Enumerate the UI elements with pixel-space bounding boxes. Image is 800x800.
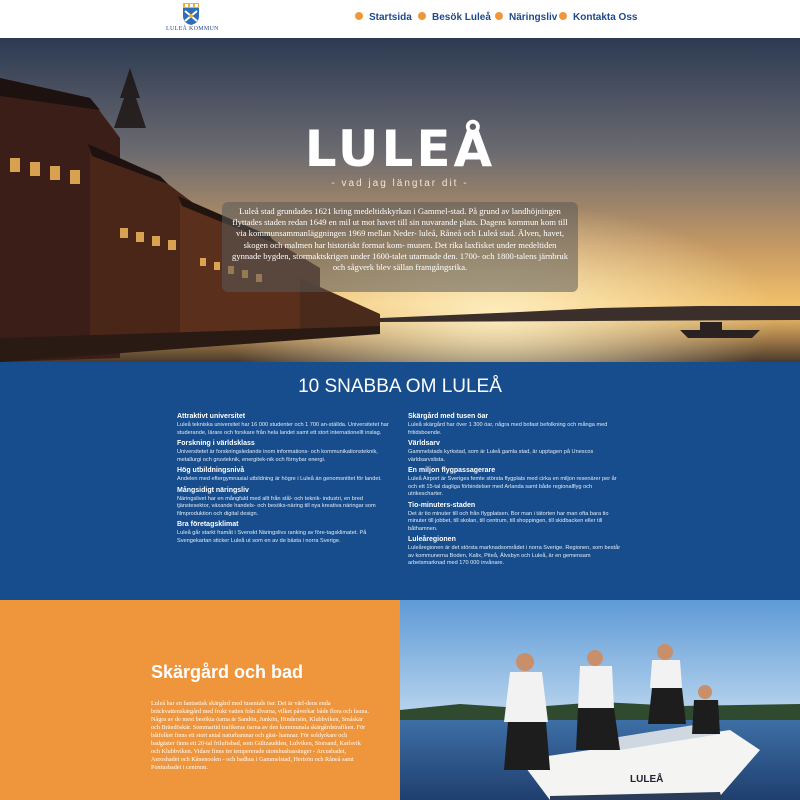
hero-title: LULEÅ [304,120,496,178]
fact-heading: Attraktivt universitet [177,413,246,420]
coat-of-arms-icon [183,3,199,25]
fact-item: Bra företagsklimat Luleå går starkt framå… [177,520,392,545]
fact-item: En miljon flygpassagerare Luleå Airport ä… [408,466,623,499]
quick-facts-section: 10 SNABBA OM LULEÅ Attraktivt universite… [0,362,800,600]
fact-text: Näringslivet har en mångfald med allt fr… [177,495,376,517]
fact-item: Världsarv Gammelstads kyrkstad, som är Lu… [408,439,623,464]
facts-column-left: Attraktivt universitet Luleå tekniska uni… [177,412,392,547]
fact-heading: Mångsidigt näringsliv [177,486,249,494]
fact-text: Universitetet är forskningsledande inom … [177,449,378,463]
hero-subtitle: - vad jag längtar dit - [331,178,469,189]
fact-text: Luleå går starkt framåt i Svenskt Näring… [177,530,367,544]
fact-item: Skärgård med tusen öar Luleå skärgård har… [408,412,623,437]
fact-heading: Bra företagsklimat [177,521,239,528]
logo[interactable]: LULEÅ KOMMUN [166,3,219,36]
section-title: 10 SNABBA OM LULEÅ [298,376,502,397]
boat-name-label: LULEÅ [630,772,663,785]
fact-heading: Hög utbildningsnivå [177,467,245,474]
archipelago-text: Luleå har en fantastisk skärgård med tus… [151,700,369,771]
nav-label: Besök Luleå [432,12,491,23]
fact-heading: Luleåregionen [408,536,456,543]
nav-label: Näringsliv [509,12,558,23]
fact-item: Hög utbildningsnivå Andelen med eftergymn… [177,466,392,484]
hero-history-text: Luleå stad grundades 1621 kring medeltid… [222,202,578,292]
nav-label: Startsida [369,12,412,23]
facts-column-right: Skärgård med tusen öar Luleå skärgård har… [408,412,623,570]
nav-startsida[interactable]: Startsida [355,12,412,26]
fact-heading: Tio-minuters-staden [408,501,476,509]
fact-item: Luleåregionen Luleåregionen är det störst… [408,535,623,568]
nav-label: Kontakta Oss [573,12,638,23]
hero-banner: LULEÅ - vad jag längtar dit - Luleå stad… [0,38,800,362]
site-header: LULEÅ KOMMUN Startsida Besök Luleå Närin… [0,0,800,38]
fact-text: Luleå tekniska universitet har 16 000 st… [177,422,389,436]
fact-text: Gammelstads kyrkstad, som är Luleå gamla… [408,449,594,463]
bullet-icon [355,12,363,20]
fact-text: Luleåregionen är det största marknadsomr… [408,545,621,566]
fact-item: Forskning i världsklass Universitetet är … [177,439,392,464]
fact-item: Mångsidigt näringsliv Näringslivet har en… [177,486,392,519]
bullet-icon [495,12,503,20]
fact-item: Tio-minuters-staden Det är tio minuter ti… [408,501,623,534]
fact-heading: Skärgård med tusen öar [408,413,489,420]
hero-harbor-image [0,38,800,362]
nav-besok-lulea[interactable]: Besök Luleå [418,12,491,26]
fact-text: Det är tio minuter till och från flygpla… [408,510,609,532]
fact-heading: En miljon flygpassagerare [408,467,496,474]
fact-item: Attraktivt universitet Luleå tekniska uni… [177,412,392,437]
fact-heading: Världsarv [408,440,440,447]
fact-heading: Forskning i världsklass [177,440,255,447]
nav-naringsliv[interactable]: Näringsliv [495,12,557,26]
archipelago-section: Skärgård och bad Luleå har en fantastisk… [0,600,400,800]
nav-kontakta-oss[interactable]: Kontakta Oss [559,12,637,26]
section-title: Skärgård och bad [151,662,304,682]
logo-text: LULEÅ KOMMUN [166,26,219,32]
bullet-icon [559,12,567,20]
boat-image: LULEÅ [400,600,800,800]
fact-text: Luleå skärgård har över 1 300 öar, några… [408,422,608,436]
fact-text: Luleå Airport är Sveriges femte största … [408,476,617,497]
boat-photo: LULEÅ [400,600,800,800]
fact-text: Andelen med eftergymnasial utbildning är… [177,476,382,482]
bullet-icon [418,12,426,20]
